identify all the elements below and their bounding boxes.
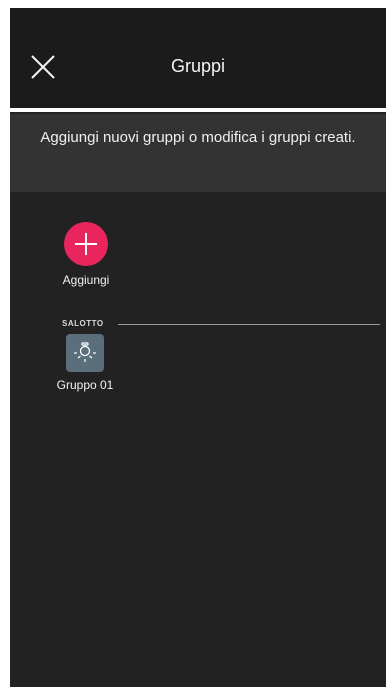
info-banner: Aggiungi nuovi gruppi o modifica i grupp… bbox=[10, 114, 386, 192]
plus-icon bbox=[75, 233, 97, 255]
header-divider bbox=[10, 108, 386, 112]
app-screen: Gruppi Aggiungi nuovi gruppi o modifica … bbox=[10, 8, 386, 687]
add-group-button[interactable]: Aggiungi bbox=[42, 222, 130, 288]
top-bar: Gruppi bbox=[10, 8, 386, 108]
section-header: SALOTTO bbox=[62, 318, 386, 330]
add-group-label: Aggiungi bbox=[62, 273, 110, 287]
section-label: SALOTTO bbox=[62, 319, 104, 328]
group-item[interactable]: Gruppo 01 bbox=[40, 334, 130, 393]
add-circle[interactable] bbox=[64, 222, 108, 266]
info-text: Aggiungi nuovi gruppi o modifica i grupp… bbox=[40, 129, 356, 146]
group-tile[interactable] bbox=[66, 334, 104, 372]
groups-content: Aggiungi SALOTTO Gruppo 01 bbox=[10, 192, 386, 687]
page-title: Gruppi bbox=[170, 56, 226, 76]
group-label: Gruppo 01 bbox=[56, 378, 114, 392]
light-bulb-icon bbox=[74, 342, 96, 362]
section-divider bbox=[118, 324, 380, 325]
